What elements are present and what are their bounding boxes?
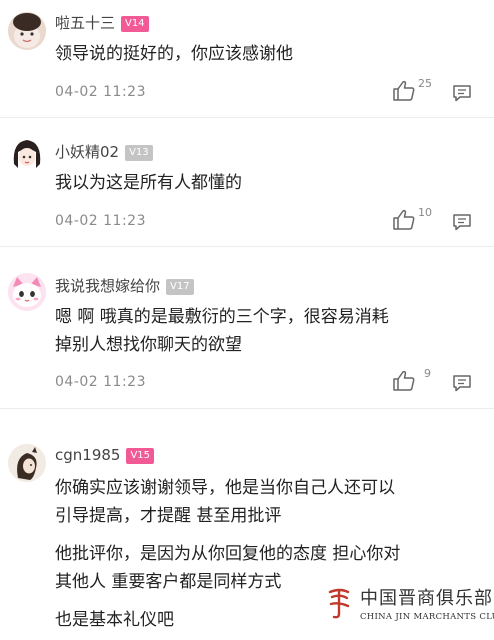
level-badge: V14 [121,16,149,32]
comment-line: 嗯 啊 哦真的是最敷衍的三个字，很容易消耗 [55,307,389,327]
avatar-image [8,273,46,311]
thumbs-up-icon [393,80,415,101]
avatar[interactable] [8,273,46,311]
watermark: 中国晋商俱乐部 CHINA JIN MARCHANTS CLUB [322,582,494,632]
comment-line: 引导提高，才提醒 甚至用批评 [55,506,282,526]
username-row: 啦五十三 V14 [55,12,149,33]
comment-line: 我以为这是所有人都懂的 [55,173,242,193]
like-count: 9 [424,367,431,380]
like-button[interactable] [392,209,416,231]
comment-icon [453,85,471,102]
comment-line: 他批评你，是因为从你回复他的态度 担心你对 [55,544,401,564]
username-row: cgn1985 V15 [55,446,155,464]
avatar-image [8,134,46,172]
username[interactable]: 我说我想嫁给你 [55,277,160,295]
avatar[interactable] [8,444,46,482]
thumbs-up-icon [393,209,415,230]
comment-icon [453,214,471,231]
comment-text: 嗯 啊 哦真的是最敷衍的三个字，很容易消耗 掉别人想找你聊天的欲望 [55,303,485,359]
username[interactable]: 啦五十三 [55,14,115,32]
like-button[interactable] [392,370,416,392]
avatar[interactable] [8,134,46,172]
username[interactable]: cgn1985 [55,446,120,464]
reply-button[interactable] [452,374,472,392]
like-button[interactable] [392,80,416,102]
reply-button[interactable] [452,213,472,231]
avatar-image [8,12,46,50]
comment-item: 小妖精02 V13 我以为这是所有人都懂的 04-02 11:23 10 [0,118,494,247]
avatar-image [8,444,46,482]
comment-line: 掉别人想找你聊天的欲望 [55,335,242,355]
avatar[interactable] [8,12,46,50]
thumbs-up-icon [393,370,415,391]
comment-item: 我说我想嫁给你 V17 嗯 啊 哦真的是最敷衍的三个字，很容易消耗 掉别人想找你聊… [0,247,494,409]
timestamp: 04-02 11:23 [55,374,146,390]
comment-line: 领导说的挺好的，你应该感谢他 [55,44,293,64]
watermark-chinese: 中国晋商俱乐部 [360,588,493,609]
username-row: 小妖精02 V13 [55,141,153,162]
level-badge: V17 [166,279,194,295]
comment-icon [453,375,471,392]
comment-text: 领导说的挺好的，你应该感谢他 [55,40,485,76]
username-row: 我说我想嫁给你 V17 [55,275,194,296]
like-count: 10 [418,206,432,219]
comment-line: 你确实应该谢谢领导，他是当你自己人还可以 [55,478,395,498]
comment-item: 啦五十三 V14 领导说的挺好的，你应该感谢他 04-02 11:23 25 [0,0,494,118]
level-badge: V13 [125,145,153,161]
watermark-english: CHINA JIN MARCHANTS CLUB [360,612,494,622]
level-badge: V15 [126,448,155,464]
like-count: 25 [418,77,432,90]
username[interactable]: 小妖精02 [55,143,119,161]
reply-button[interactable] [452,84,472,102]
club-logo-icon [328,588,350,619]
timestamp: 04-02 11:23 [55,213,146,229]
comment-text: 我以为这是所有人都懂的 [55,169,485,205]
timestamp: 04-02 11:23 [55,84,146,100]
